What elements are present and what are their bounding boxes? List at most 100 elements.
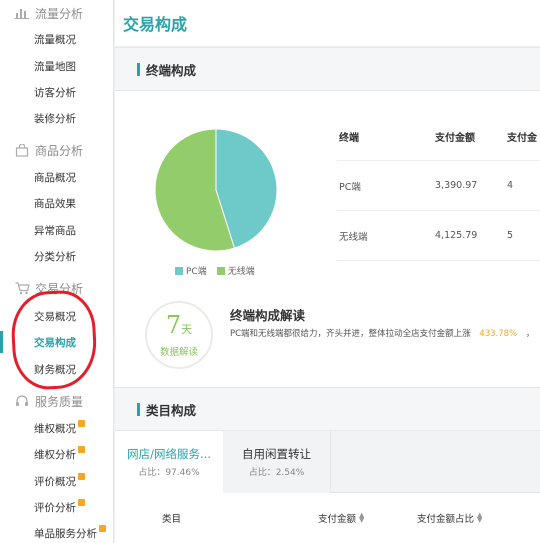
sidebar-item-abnormal-products[interactable]: 异常商品 — [0, 219, 113, 241]
sort-icon[interactable]: ▲ ▼ — [477, 512, 482, 524]
tab-share: 占比：97.46% — [138, 468, 200, 478]
sidebar-item-decoration-analysis[interactable]: 装修分析 — [0, 107, 113, 129]
sidebar-item-label: 装修分析 — [34, 112, 76, 125]
column-header-amount[interactable]: 支付金额 ▲ ▼ — [318, 511, 364, 526]
data-interpretation-badge: 7天 数据解读 — [145, 301, 213, 369]
sidebar-item-label: 访客分析 — [34, 86, 76, 99]
sidebar-item-review-overview[interactable]: 评价概况 — [0, 470, 113, 492]
cell-terminal: PC端 — [339, 181, 361, 193]
interpretation-text: PC端和无线端都很给力，齐头并进，整体拉动全店支付金额上涨 433.78% ， — [230, 327, 534, 339]
new-badge-icon — [78, 498, 85, 506]
terminal-panel-title: 终端构成 — [146, 62, 197, 78]
sidebar-section-service[interactable]: 服务质量 — [0, 388, 113, 414]
sidebar: 流量分析 流量概况 流量地图 访客分析 装修分析 商品分析 商品概况 商品效果 … — [0, 0, 114, 543]
interpretation-tail: ， — [525, 329, 535, 339]
sidebar-section-title: 服务质量 — [35, 394, 84, 409]
sidebar-item-label: 维权概况 — [34, 422, 76, 435]
main-content: 交易构成 终端构成 PC端 无线端 终端 支付金额 支付金 PC端 3,390.… — [115, 0, 540, 543]
sidebar-item-label: 商品概况 — [34, 171, 76, 184]
category-panel: 网店/网络服务... 占比：97.46% 自用闲置转让 占比：2.54% 类目 … — [115, 431, 540, 543]
sidebar-item-review-analysis[interactable]: 评价分析 — [0, 496, 113, 518]
terminal-table: 终端 支付金额 支付金 PC端 3,390.97 4 无线端 4,125.79 … — [337, 113, 540, 261]
section-marker — [137, 402, 140, 416]
category-tab-second-hand[interactable]: 自用闲置转让 占比：2.54% — [223, 431, 331, 493]
sort-icon[interactable]: ▲ ▼ — [359, 512, 364, 524]
interpretation-highlight: 433.78% — [479, 329, 518, 339]
pie-legend: PC端 无线端 — [175, 264, 255, 277]
page-title: 交易构成 — [123, 15, 188, 34]
sidebar-item-rights-analysis[interactable]: 维权分析 — [0, 443, 113, 465]
sidebar-item-trade-composition[interactable]: 交易构成 — [0, 331, 113, 353]
column-header-share: 支付金 — [507, 133, 537, 144]
badge-label: 数据解读 — [159, 346, 198, 358]
shopping-bag-icon — [14, 143, 30, 157]
cell-amount: 4,125.79 — [435, 230, 478, 241]
cell-amount: 3,390.97 — [435, 180, 478, 191]
terminal-pie-chart[interactable] — [153, 127, 279, 253]
headset-icon — [14, 394, 30, 408]
sidebar-item-trade-overview[interactable]: 交易概况 — [0, 305, 113, 327]
sidebar-section-trade[interactable]: 交易分析 — [0, 275, 113, 301]
legend-label: 无线端 — [227, 267, 255, 277]
sidebar-item-finance-overview[interactable]: 财务概况 — [0, 358, 113, 380]
legend-item-mobile[interactable]: 无线端 — [216, 264, 255, 277]
interpretation-title: 终端构成解读 — [230, 308, 306, 323]
sidebar-item-label: 流量概况 — [34, 33, 76, 46]
sidebar-item-label: 分类分析 — [34, 250, 76, 263]
sidebar-item-traffic-map[interactable]: 流量地图 — [0, 55, 113, 77]
category-table-header: 类目 支付金额 ▲ ▼ 支付金额占比 ▲ ▼ — [115, 493, 540, 543]
sidebar-item-label: 评价分析 — [34, 501, 76, 514]
column-header-amount: 支付金额 — [435, 133, 475, 144]
column-header-terminal: 终端 — [339, 133, 359, 144]
interpretation-body: PC端和无线端都很给力，齐头并进，整体拉动全店支付金额上涨 — [230, 329, 471, 339]
sidebar-item-label: 维权分析 — [34, 448, 76, 461]
sidebar-section-product[interactable]: 商品分析 — [0, 137, 113, 163]
cell-share: 4 — [507, 180, 514, 191]
sidebar-item-label: 商品效果 — [34, 197, 76, 210]
new-badge-icon — [78, 419, 85, 427]
sidebar-item-label: 异常商品 — [34, 224, 76, 237]
sidebar-item-product-overview[interactable]: 商品概况 — [0, 166, 113, 188]
new-badge-icon — [78, 472, 85, 480]
new-badge-icon — [99, 524, 106, 532]
sidebar-item-traffic-overview[interactable]: 流量概况 — [0, 28, 113, 50]
sidebar-section-title: 交易分析 — [35, 281, 84, 296]
sidebar-item-label: 评价概况 — [34, 475, 76, 488]
sidebar-section-traffic[interactable]: 流量分析 — [0, 0, 113, 26]
terminal-panel-header: 终端构成 — [115, 47, 540, 91]
cell-terminal: 无线端 — [339, 231, 368, 243]
category-panel-header: 类目构成 — [115, 387, 540, 431]
sidebar-item-label: 财务概况 — [34, 363, 76, 376]
category-tab-online-services[interactable]: 网店/网络服务... 占比：97.46% — [115, 431, 223, 493]
sidebar-item-category-analysis[interactable]: 分类分析 — [0, 245, 113, 267]
legend-item-pc[interactable]: PC端 — [175, 264, 207, 277]
tab-name: 网店/网络服务... — [127, 447, 211, 461]
legend-swatch — [216, 266, 225, 275]
sidebar-section-title: 商品分析 — [35, 143, 84, 158]
page-header: 交易构成 — [115, 0, 540, 46]
sidebar-item-label: 流量地图 — [34, 60, 76, 73]
sidebar-item-label: 交易概况 — [34, 310, 76, 323]
category-panel-title: 类目构成 — [146, 402, 197, 418]
column-header-label: 支付金额 — [318, 514, 357, 525]
sidebar-item-label: 交易构成 — [34, 336, 76, 349]
sidebar-item-product-effect[interactable]: 商品效果 — [0, 192, 113, 214]
table-row: 无线端 4,125.79 5 — [337, 211, 540, 261]
table-row: PC端 3,390.97 4 — [337, 161, 540, 211]
bar-chart-icon — [14, 6, 30, 20]
sidebar-section-title: 流量分析 — [35, 6, 84, 21]
table-header-row: 终端 支付金额 支付金 — [337, 113, 540, 161]
column-header-amount-share[interactable]: 支付金额占比 ▲ ▼ — [417, 511, 482, 526]
tab-name: 自用闲置转让 — [242, 447, 311, 461]
sidebar-item-visitor-analysis[interactable]: 访客分析 — [0, 81, 113, 103]
sidebar-item-product-service-analysis[interactable]: 单品服务分析 — [0, 522, 113, 543]
tab-share: 占比：2.54% — [248, 468, 305, 478]
sidebar-item-rights-overview[interactable]: 维权概况 — [0, 417, 113, 439]
legend-swatch — [175, 266, 183, 275]
badge-number: 7天 — [165, 310, 193, 339]
terminal-panel: PC端 无线端 终端 支付金额 支付金 PC端 3,390.97 4 无线端 4… — [115, 91, 540, 387]
legend-label: PC端 — [186, 267, 207, 277]
column-header-label: 支付金额占比 — [417, 514, 475, 525]
new-badge-icon — [78, 445, 85, 453]
section-marker — [137, 62, 140, 76]
